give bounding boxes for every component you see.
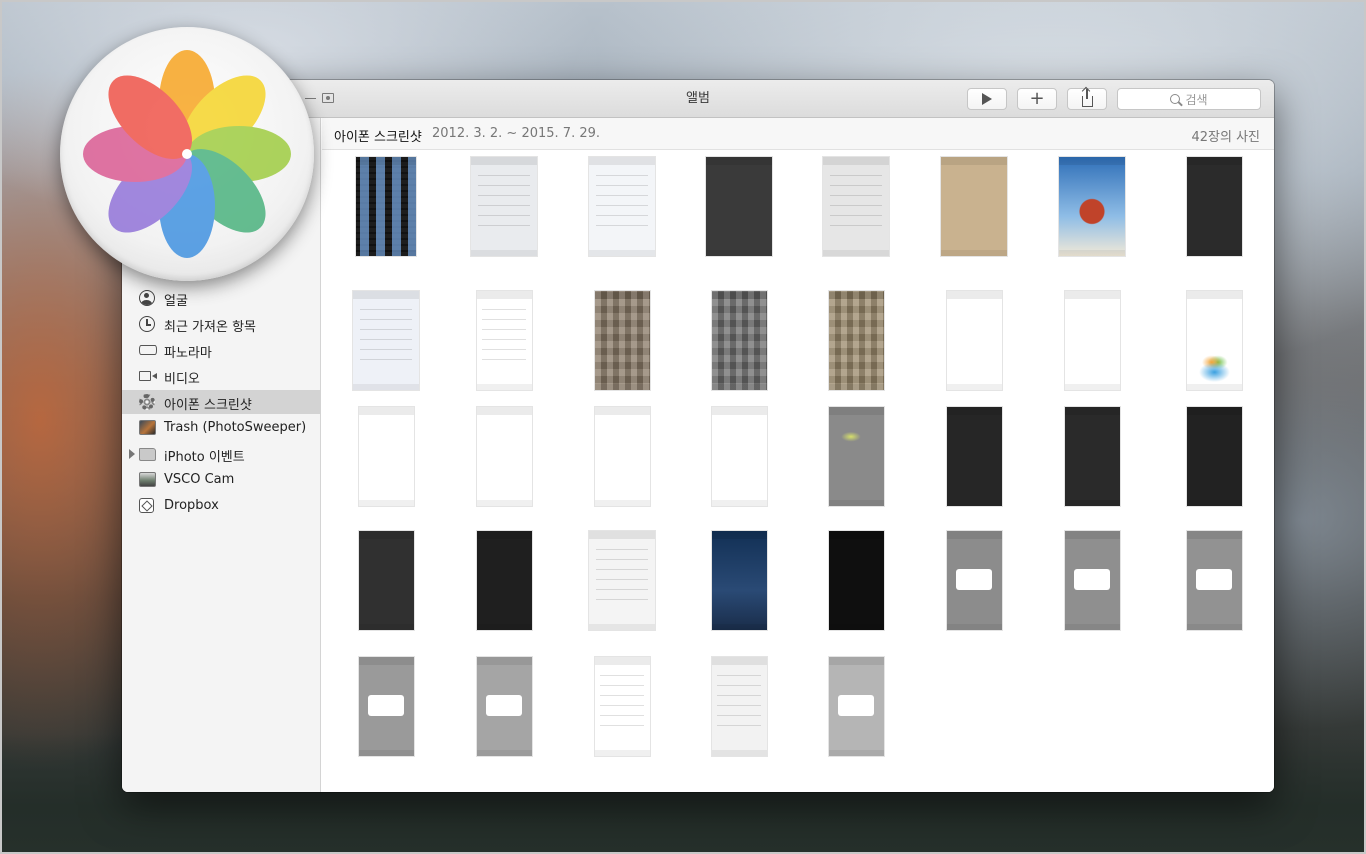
photos-app-icon — [60, 27, 314, 281]
photo-thumbnail[interactable] — [1185, 406, 1243, 507]
sidebar-item-dropbox[interactable]: Dropbox — [122, 494, 321, 518]
sidebar-item-label: 최근 가져온 항목 — [164, 320, 256, 335]
photo-thumbnail[interactable] — [475, 406, 533, 507]
photo-thumbnail[interactable] — [1185, 530, 1243, 631]
add-button[interactable]: + — [1017, 88, 1057, 110]
photo-thumbnail[interactable] — [352, 290, 420, 391]
album-thumbnail-icon — [139, 472, 156, 487]
photo-thumbnail[interactable] — [593, 290, 651, 391]
slideshow-button[interactable] — [967, 88, 1007, 110]
magnifier-icon — [1170, 94, 1181, 104]
photo-thumbnail[interactable] — [355, 156, 417, 257]
sidebar-item-label: iPhoto 이벤트 — [164, 450, 245, 465]
photo-thumbnail[interactable] — [945, 530, 1003, 631]
sidebar-item-iphoto-events[interactable]: iPhoto 이벤트 — [122, 442, 321, 466]
video-icon — [139, 371, 157, 381]
photo-thumbnail[interactable] — [945, 290, 1003, 391]
photo-grid — [322, 156, 1274, 792]
moment-date-range: 2012. 3. 2. ~ 2015. 7. 29. — [432, 126, 601, 141]
photo-thumbnail[interactable] — [475, 290, 533, 391]
photo-thumbnail[interactable] — [1063, 530, 1121, 631]
sidebar-item-last-import[interactable]: 최근 가져온 항목 — [122, 312, 321, 336]
photo-thumbnail[interactable] — [357, 656, 415, 757]
photo-count: 42장의 사진 — [1191, 130, 1260, 145]
gear-icon — [139, 394, 155, 410]
disclosure-triangle-icon[interactable] — [129, 449, 135, 459]
sidebar-item-iphone-screenshots[interactable]: 아이폰 스크린샷 — [122, 390, 321, 414]
sidebar-item-videos[interactable]: 비디오 — [122, 364, 321, 388]
photo-thumbnail[interactable] — [593, 406, 651, 507]
photo-thumbnail[interactable] — [710, 530, 768, 631]
photo-thumbnail[interactable] — [827, 290, 885, 391]
face-icon — [139, 290, 155, 306]
folder-icon — [139, 448, 156, 461]
sidebar-item-label: VSCO Cam — [164, 472, 235, 487]
photo-thumbnail[interactable] — [1058, 156, 1126, 257]
photo-thumbnail[interactable] — [470, 156, 538, 257]
photo-thumbnail[interactable] — [588, 530, 656, 631]
panorama-icon — [139, 345, 157, 355]
photo-thumbnail[interactable] — [1185, 156, 1243, 257]
share-icon — [1081, 88, 1093, 107]
photo-thumbnail[interactable] — [593, 656, 651, 757]
photo-thumbnail[interactable] — [827, 406, 885, 507]
search-placeholder: 검색 — [1185, 92, 1208, 107]
photo-thumbnail[interactable] — [1063, 406, 1121, 507]
photo-thumbnail[interactable] — [1063, 290, 1121, 391]
clock-icon — [139, 316, 155, 332]
search-field[interactable]: 검색 — [1117, 88, 1261, 110]
sidebar-item-label: Trash (PhotoSweeper) — [164, 420, 307, 435]
moment-header: 아이폰 스크린샷 2012. 3. 2. ~ 2015. 7. 29. 42장의… — [322, 118, 1274, 150]
share-button[interactable] — [1067, 88, 1107, 110]
photo-thumbnail[interactable] — [827, 530, 885, 631]
photo-thumbnail[interactable] — [357, 530, 415, 631]
photo-thumbnail[interactable] — [1185, 290, 1243, 391]
photo-thumbnail[interactable] — [827, 656, 885, 757]
sidebar-item-vsco-cam[interactable]: VSCO Cam — [122, 468, 321, 492]
dropbox-icon — [139, 498, 154, 513]
photo-thumbnail[interactable] — [475, 656, 533, 757]
photo-thumbnail[interactable] — [945, 406, 1003, 507]
sidebar-item-label: 비디오 — [164, 372, 200, 387]
photo-thumbnail[interactable] — [710, 290, 768, 391]
photo-thumbnail[interactable] — [475, 530, 533, 631]
play-icon — [982, 93, 992, 105]
photo-thumbnail[interactable] — [588, 156, 656, 257]
plus-icon: + — [1029, 88, 1045, 109]
sidebar-item-panoramas[interactable]: 파노라마 — [122, 338, 321, 362]
sidebar-item-label: 아이폰 스크린샷 — [164, 398, 252, 413]
sidebar-item-label: 얼굴 — [164, 294, 188, 309]
photos-flower-icon — [83, 50, 291, 258]
photo-browser: 아이폰 스크린샷 2012. 3. 2. ~ 2015. 7. 29. 42장의… — [322, 118, 1274, 792]
album-thumbnail-icon — [139, 420, 156, 435]
photo-thumbnail[interactable] — [705, 156, 773, 257]
photo-thumbnail[interactable] — [357, 406, 415, 507]
sidebar-item-label: Dropbox — [164, 498, 219, 513]
moment-title: 아이폰 스크린샷 — [334, 130, 422, 145]
photo-thumbnail[interactable] — [710, 656, 768, 757]
sidebar-item-faces[interactable]: 얼굴 — [122, 286, 321, 310]
sidebar-item-trash-photosweeper[interactable]: Trash (PhotoSweeper) — [122, 416, 321, 440]
photo-thumbnail[interactable] — [710, 406, 768, 507]
photo-thumbnail[interactable] — [822, 156, 890, 257]
photo-thumbnail[interactable] — [940, 156, 1008, 257]
sidebar-item-label: 파노라마 — [164, 346, 212, 361]
photo-size-icon[interactable] — [322, 93, 334, 103]
